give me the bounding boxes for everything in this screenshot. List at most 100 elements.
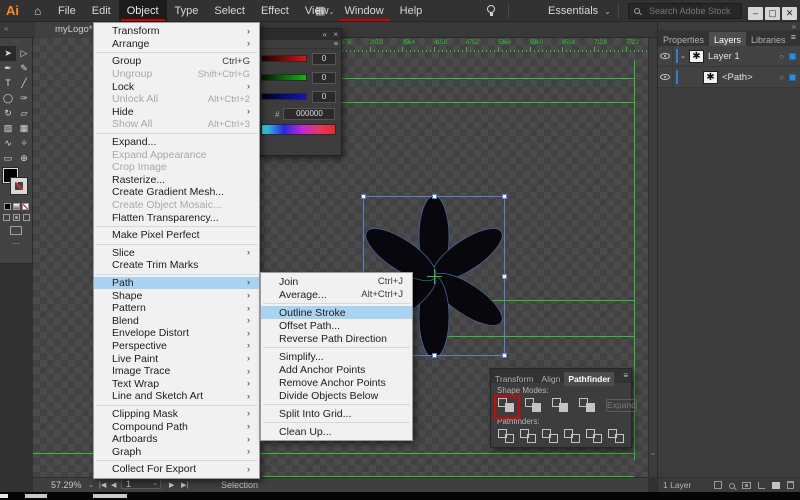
panel-collapse-icon[interactable]: « [323,30,327,39]
crop-icon[interactable] [564,429,580,443]
tab-transform[interactable]: Transform [491,372,537,386]
menu-select[interactable]: Select [206,0,253,22]
zoom-tool[interactable]: ⊕ [16,151,32,166]
trim-icon[interactable] [520,429,536,443]
object-menu-item-image-trace[interactable]: Image Trace› [94,365,259,378]
paintbrush-tool[interactable]: ✑ [16,91,32,106]
object-menu-item-envelope-distort[interactable]: Envelope Distort› [94,327,259,340]
object-menu-item-slice[interactable]: Slice› [94,247,259,260]
bbox-handle[interactable] [502,194,507,199]
object-menu-item-arrange[interactable]: Arrange› [94,38,259,51]
artboard-tool[interactable]: ▭ [0,151,16,166]
collapse-tabs-icon[interactable]: « [4,24,8,33]
red-value-field[interactable]: 0 [312,53,336,65]
selection-tool[interactable]: ➤ [0,46,16,61]
minimize-button[interactable]: – [748,7,763,20]
bbox-handle[interactable] [432,353,437,358]
object-menu-item-path[interactable]: Path› [94,277,259,290]
minus-front-icon[interactable] [525,398,541,412]
path-submenu-item-offset-path[interactable]: Offset Path... [261,319,412,332]
red-slider[interactable] [261,55,307,62]
expand-chevron-icon[interactable]: ⌄ [680,52,689,60]
type-tool[interactable]: T [0,76,16,91]
object-menu-item-rasterize[interactable]: Rasterize... [94,174,259,187]
path-submenu-item-remove-anchor-points[interactable]: Remove Anchor Points [261,376,412,389]
line-tool[interactable]: ╱ [16,76,32,91]
none-button[interactable] [22,203,29,210]
object-menu-item-graph[interactable]: Graph› [94,445,259,458]
merge-icon[interactable] [542,429,558,443]
object-menu-item-line-and-sketch-art[interactable]: Line and Sketch Art› [94,390,259,403]
object-menu-item-pattern[interactable]: Pattern› [94,302,259,315]
object-menu-item-hide[interactable]: Hide› [94,106,259,119]
path-submenu-item-simplify[interactable]: Simplify... [261,350,412,363]
menu-edit[interactable]: Edit [84,0,119,22]
last-artboard-icon[interactable]: ▶| [181,478,188,493]
selection-indicator[interactable] [789,74,796,81]
path-submenu-item-divide-objects-below[interactable]: Divide Objects Below [261,389,412,402]
visibility-eye-icon[interactable] [660,53,670,59]
panel-close-icon[interactable]: × [333,30,338,39]
layer-row[interactable]: ✱<Path>○ [658,67,800,88]
target-circle-icon[interactable]: ○ [779,73,784,82]
layer-name[interactable]: <Path> [722,72,779,83]
object-menu-item-artboards[interactable]: Artboards› [94,433,259,446]
collect-icon[interactable] [714,481,722,489]
unite-icon[interactable] [498,398,514,412]
curvature-tool[interactable]: ✎ [16,61,32,76]
outline-icon[interactable] [586,429,602,443]
eyedropper-tool[interactable]: ✧ [16,136,32,151]
layer-thumbnail[interactable]: ✱ [689,50,704,63]
bbox-handle[interactable] [502,274,507,279]
menu-type[interactable]: Type [167,0,207,22]
new-layer-icon[interactable] [772,482,780,489]
intersect-icon[interactable] [552,398,568,412]
scale-tool[interactable]: ▱ [16,106,32,121]
object-menu-item-live-paint[interactable]: Live Paint› [94,352,259,365]
green-value-field[interactable]: 0 [312,72,336,84]
delete-icon[interactable] [787,481,794,489]
bbox-handle[interactable] [361,194,366,199]
path-submenu-item-average[interactable]: Average...Alt+Ctrl+J [261,288,412,301]
menu-help[interactable]: Help [392,0,431,22]
layer-row[interactable]: ⌄✱Layer 1○ [658,46,800,67]
object-menu-item-group[interactable]: GroupCtrl+G [94,55,259,68]
green-slider[interactable] [261,74,307,81]
scroll-down-icon[interactable]: ⌄ [650,449,656,457]
zoom-chevron-icon[interactable]: ⌄ [88,478,94,493]
panel-menu-icon[interactable]: ≡ [334,40,338,49]
object-menu-item-expand[interactable]: Expand... [94,136,259,149]
object-menu-item-perspective[interactable]: Perspective› [94,340,259,353]
rotate-tool[interactable]: ↻ [0,106,16,121]
object-menu-item-flatten-transparency[interactable]: Flatten Transparency... [94,211,259,224]
lightbulb-icon[interactable] [487,5,495,13]
bbox-handle[interactable] [502,353,507,358]
ellipse-tool[interactable]: ◯ [0,91,16,106]
minus-back-icon[interactable] [608,429,624,443]
color-button[interactable] [4,203,11,210]
artboard-navigation[interactable]: 1 ⌄ [121,478,161,489]
object-menu-item-clipping-mask[interactable]: Clipping Mask› [94,408,259,421]
width-tool[interactable]: ∿ [0,136,16,151]
object-menu-item-text-wrap[interactable]: Text Wrap› [94,377,259,390]
object-menu-item-create-gradient-mesh[interactable]: Create Gradient Mesh... [94,186,259,199]
toolbar-grip-icon[interactable]: ·· [0,38,32,46]
gradient-button[interactable] [13,203,20,210]
maximize-button[interactable]: ▢ [765,7,780,20]
path-submenu-item-join[interactable]: JoinCtrl+J [261,275,412,288]
draw-inside-button[interactable] [23,214,30,221]
divide-icon[interactable] [498,429,514,443]
draw-normal-button[interactable] [3,214,10,221]
object-menu-item-shape[interactable]: Shape› [94,289,259,302]
search-input[interactable] [647,4,739,18]
visibility-eye-icon[interactable] [660,74,670,80]
color-spectrum-bar[interactable] [261,124,336,135]
mesh-tool[interactable]: ▦ [16,121,32,136]
vertical-scrollbar[interactable]: ⌄ [648,38,657,477]
exclude-icon[interactable] [579,398,595,412]
layer-name[interactable]: Layer 1 [708,51,779,62]
edit-toolbar-icon[interactable]: ··· [0,239,32,248]
search-box[interactable] [628,3,742,19]
object-menu-item-create-trim-marks[interactable]: Create Trim Marks [94,259,259,272]
path-submenu-item-split-into-grid[interactable]: Split Into Grid... [261,407,412,420]
